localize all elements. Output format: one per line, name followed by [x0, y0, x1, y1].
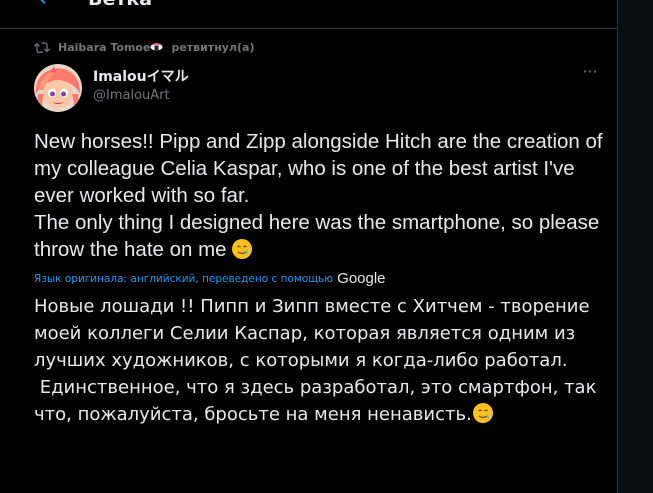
translated-paragraph: Единственное, что я здесь разработал, эт… [34, 374, 609, 428]
arrow-left-icon [40, 0, 46, 5]
tweet-paragraph: The only thing I designed here was the s… [34, 209, 604, 263]
page-title: Ветка [88, 0, 152, 10]
tweet-text: New horses!! Pipp and Zipp alongside Hit… [34, 128, 604, 263]
crying-smile-emoji-icon [231, 239, 252, 259]
retweeter-name: Haibara Tomoe [58, 40, 151, 54]
retweet-icon [34, 42, 50, 53]
translation-note-text: Язык оригинала: английский, переведено с… [34, 272, 334, 285]
more-options-button[interactable]: ··· [578, 64, 602, 86]
thread-header: Ветка [0, 0, 617, 29]
google-logo: Google [337, 270, 386, 287]
translation-attribution[interactable]: Язык оригинала: английский, переведено с… [34, 270, 386, 287]
author-name[interactable]: Imalouイマル [93, 66, 189, 86]
retweet-context[interactable]: Haibara Tomoe ретвитнул(а) [34, 38, 255, 56]
translated-paragraph: Новые лошади !! Пипп и Зипп вместе с Хит… [34, 296, 596, 371]
more-icon: ··· [582, 62, 598, 81]
sushi-emoji [150, 40, 163, 54]
translated-line: Единственное, что я здесь разработал, эт… [34, 377, 603, 425]
tweet-line: The only thing I designed here was the s… [34, 211, 600, 261]
crying-smile-emoji-icon [472, 403, 493, 423]
back-button[interactable] [34, 0, 58, 10]
avatar[interactable] [34, 64, 82, 112]
retweet-suffix: ретвитнул(а) [171, 40, 255, 54]
author-handle[interactable]: @ImalouArt [93, 88, 170, 103]
translated-text: Новые лошади !! Пипп и Зипп вместе с Хит… [34, 293, 609, 428]
sidebar-edge [618, 0, 653, 493]
tweet-paragraph: New horses!! Pipp and Zipp alongside Hit… [34, 130, 603, 207]
tweet-thread-column: Ветка Haibara Tomoe ретвитнул(а) [0, 0, 618, 493]
